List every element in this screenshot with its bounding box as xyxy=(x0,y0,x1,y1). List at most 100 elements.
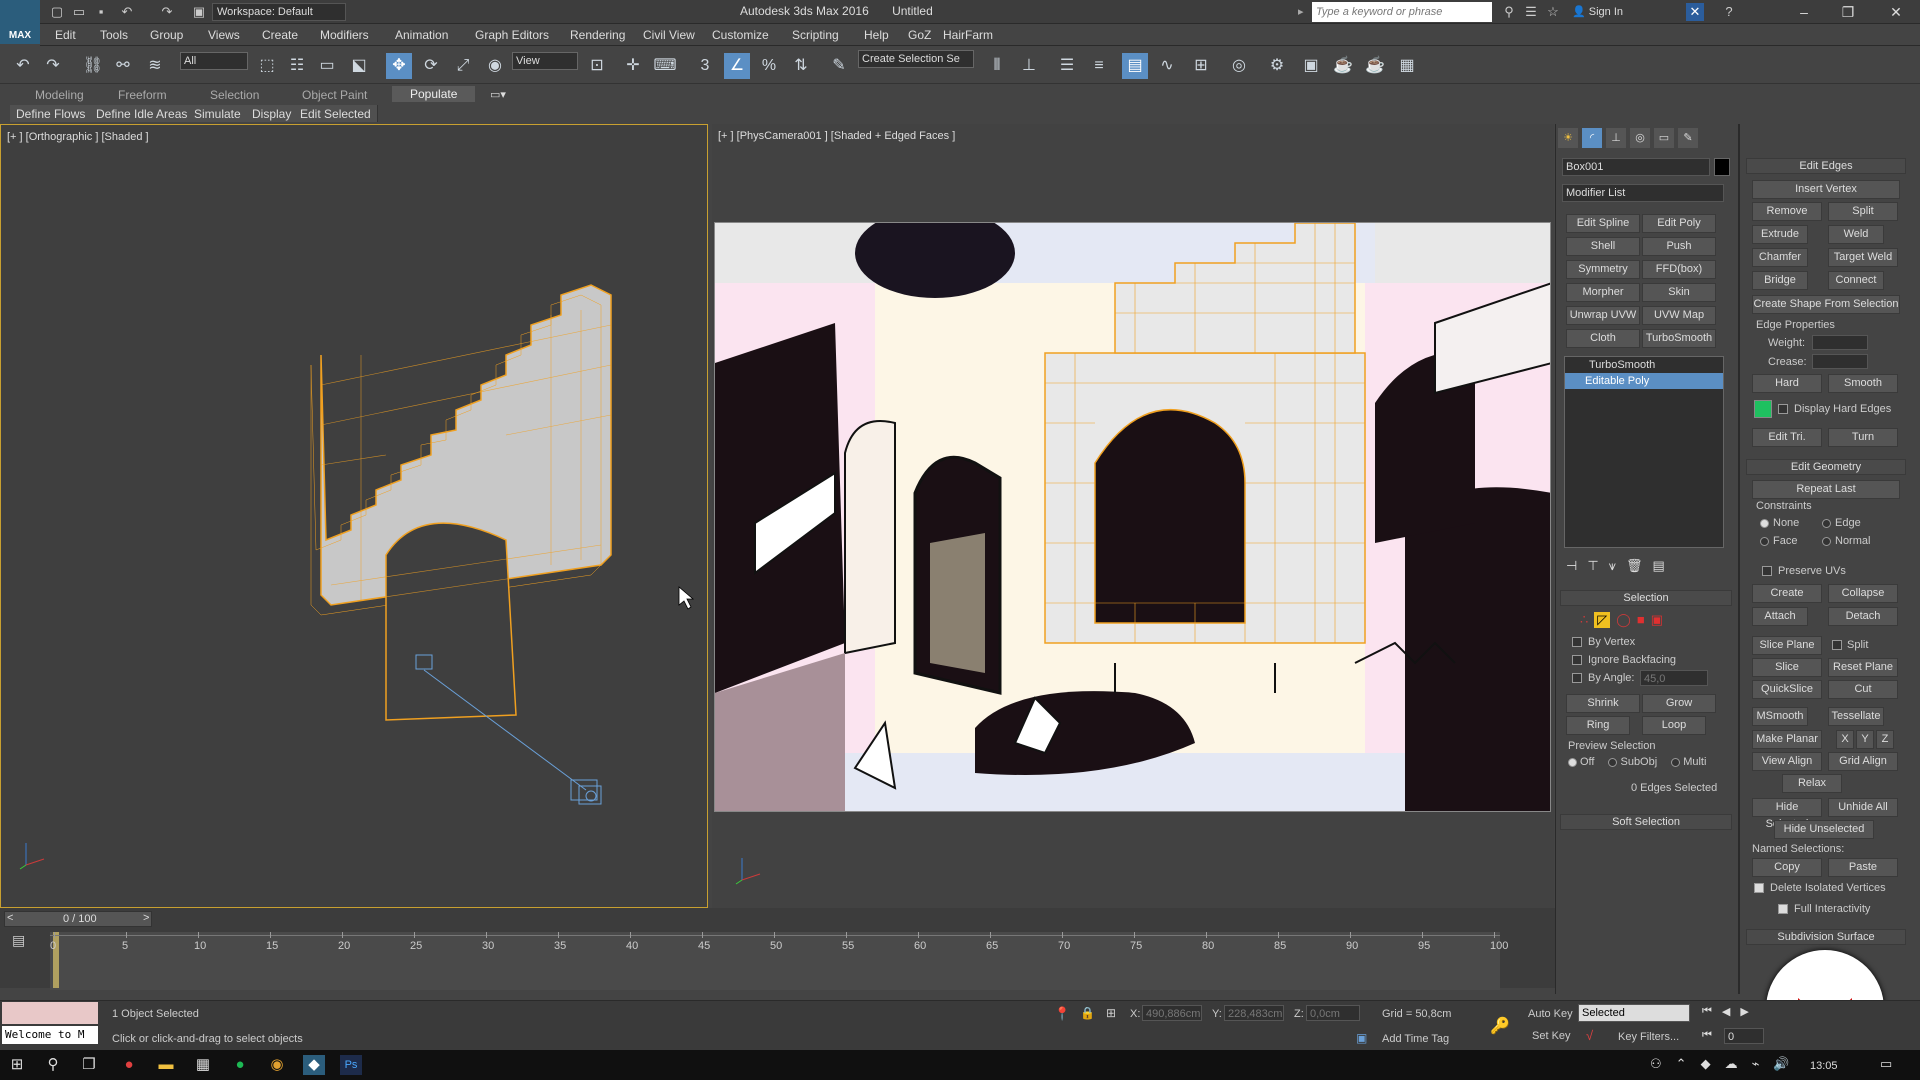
dropbox-icon[interactable]: ◆ xyxy=(1701,1056,1711,1072)
selection-filter-dropdown[interactable]: All xyxy=(180,52,248,70)
goto-start-icon[interactable]: ⏮ xyxy=(1702,1005,1712,1018)
spinner-snap-icon[interactable]: ⇅ xyxy=(788,53,814,79)
open-file-icon[interactable]: ▭ xyxy=(70,3,88,21)
help-icon[interactable]: ? xyxy=(1720,3,1738,21)
track-bar[interactable]: 0 5 10 15 20 25 30 35 40 45 50 55 60 65 70 75 80 85 90 95 10… xyxy=(50,932,1508,990)
tab-freeform[interactable]: Freeform xyxy=(118,88,167,102)
mod-unwrap-uvw-button[interactable]: Unwrap UVW xyxy=(1566,306,1640,325)
collapse-button[interactable]: Collapse xyxy=(1828,584,1898,603)
hide-selected-button[interactable]: Hide Selected xyxy=(1752,798,1822,830)
constraint-normal-option[interactable]: Normal xyxy=(1822,535,1870,547)
maxscript-mini-listener[interactable]: Welcome to M xyxy=(2,1026,98,1044)
tab-object-paint[interactable]: Object Paint xyxy=(302,88,367,102)
split-button[interactable]: Split xyxy=(1828,202,1898,221)
extrude-button[interactable]: Extrude xyxy=(1752,225,1808,244)
paste-button[interactable]: Paste xyxy=(1828,858,1898,877)
full-interactivity-option[interactable]: Full Interactivity xyxy=(1778,903,1870,915)
reference-coord-dropdown[interactable]: View xyxy=(512,52,578,70)
curve-editor-icon[interactable]: ∿ xyxy=(1154,53,1180,79)
view-align-button[interactable]: View Align xyxy=(1752,752,1822,771)
mod-edit-poly-button[interactable]: Edit Poly xyxy=(1642,214,1716,233)
pin-stack-icon[interactable]: ⊣ xyxy=(1566,558,1577,576)
a360-render-icon[interactable]: ▦ xyxy=(1394,53,1420,79)
tessellate-button[interactable]: Tessellate xyxy=(1828,707,1884,726)
preserve-uvs-checkbox[interactable] xyxy=(1762,566,1772,576)
simulate-button[interactable]: Simulate xyxy=(188,105,248,122)
edit-geometry-header[interactable]: Edit Geometry xyxy=(1746,459,1906,475)
select-place-icon[interactable]: ◉ xyxy=(482,53,508,79)
bind-space-warp-icon[interactable]: ≋ xyxy=(142,53,168,79)
polygon-level-icon[interactable]: ■ xyxy=(1637,612,1645,628)
by-vertex-option[interactable]: By Vertex xyxy=(1572,636,1635,648)
link-icon[interactable]: ⛓ xyxy=(80,53,106,79)
edit-named-selection-icon[interactable]: ✎ xyxy=(826,53,852,79)
preview-subobj-option[interactable]: SubObj xyxy=(1608,756,1657,768)
menu-create[interactable]: Create xyxy=(262,28,298,42)
remove-button[interactable]: Remove xyxy=(1752,202,1822,221)
border-level-icon[interactable]: ◯ xyxy=(1616,612,1631,628)
network-icon[interactable]: ⌁ xyxy=(1752,1056,1760,1072)
chamfer-button[interactable]: Chamfer xyxy=(1752,248,1808,267)
menu-help[interactable]: Help xyxy=(864,28,889,42)
menu-civil-view[interactable]: Civil View xyxy=(643,28,695,42)
ring-button[interactable]: Ring xyxy=(1566,716,1630,735)
edge-level-icon[interactable]: ◸ xyxy=(1594,612,1611,628)
slice-plane-button[interactable]: Slice Plane xyxy=(1752,636,1822,655)
maxscript-listener-pink[interactable] xyxy=(2,1002,98,1024)
hierarchy-tab-icon[interactable]: ⊥ xyxy=(1606,128,1626,148)
full-interactivity-checkbox[interactable] xyxy=(1778,904,1788,914)
create-shape-button[interactable]: Create Shape From Selection xyxy=(1752,295,1900,314)
slice-button[interactable]: Slice xyxy=(1752,658,1822,677)
slider-prev-icon[interactable]: < xyxy=(7,912,13,924)
binoculars-icon[interactable]: ⚲ xyxy=(1500,3,1518,21)
mod-shell-button[interactable]: Shell xyxy=(1566,237,1640,256)
recorder-app-icon[interactable]: ● xyxy=(118,1055,140,1075)
slider-next-icon[interactable]: > xyxy=(143,912,149,924)
current-frame-field[interactable]: 0 xyxy=(1724,1028,1764,1044)
msmooth-button[interactable]: MSmooth xyxy=(1752,707,1808,726)
percent-snap-icon[interactable]: % xyxy=(756,53,782,79)
schematic-view-icon[interactable]: ⊞ xyxy=(1188,53,1214,79)
modifier-stack[interactable]: TurboSmooth Editable Poly xyxy=(1564,356,1724,548)
mirror-icon[interactable]: ⫴ xyxy=(984,53,1010,79)
constraint-normal-radio[interactable] xyxy=(1822,536,1831,546)
named-selection-dropdown[interactable]: Create Selection Se xyxy=(858,50,974,68)
mod-symmetry-button[interactable]: Symmetry xyxy=(1566,260,1640,279)
crease-field[interactable] xyxy=(1812,354,1868,369)
new-file-icon[interactable]: ▢ xyxy=(48,3,66,21)
connect-button[interactable]: Connect xyxy=(1828,271,1884,290)
target-weld-button[interactable]: Target Weld xyxy=(1828,248,1898,267)
favorites-star-icon[interactable]: ☆ xyxy=(1544,3,1562,21)
keyboard-shortcut-icon[interactable]: ⌨ xyxy=(652,53,678,79)
constraint-face-radio[interactable] xyxy=(1760,536,1769,546)
redo-icon[interactable]: ↷ xyxy=(40,53,66,79)
workspace-dropdown[interactable]: Workspace: Default xyxy=(212,3,346,21)
layers-icon[interactable]: ≡ xyxy=(1086,53,1112,79)
planar-y-button[interactable]: Y xyxy=(1856,730,1874,749)
edit-edges-header[interactable]: Edit Edges xyxy=(1746,158,1906,174)
key-filters-button[interactable]: Key Filters... xyxy=(1618,1031,1679,1043)
tab-populate[interactable]: Populate xyxy=(392,86,476,102)
preserve-uvs-option[interactable]: Preserve UVs xyxy=(1762,565,1846,577)
vertex-level-icon[interactable]: ∴ xyxy=(1580,612,1588,628)
attach-button[interactable]: Attach xyxy=(1752,607,1808,626)
x-coord-field[interactable]: 490,886cm xyxy=(1142,1005,1202,1021)
orthographic-viewport[interactable]: [+ ] [Orthographic ] [Shaded ] xyxy=(0,124,708,908)
planar-x-button[interactable]: X xyxy=(1836,730,1854,749)
angle-snap-icon[interactable]: ∠ xyxy=(724,53,750,79)
select-move-icon[interactable]: ✥ xyxy=(386,53,412,79)
time-slider[interactable]: < 0 / 100 > xyxy=(4,911,152,927)
split-option[interactable]: Split xyxy=(1832,639,1868,651)
mod-turbosmooth-button[interactable]: TurboSmooth xyxy=(1642,329,1716,348)
layer-explorer-icon[interactable]: ☰ xyxy=(1054,53,1080,79)
ribbon-options-icon[interactable]: ▭▾ xyxy=(490,88,506,101)
display-button[interactable]: Display xyxy=(246,105,299,122)
minimize-button[interactable]: – xyxy=(1784,2,1824,22)
render-canvas[interactable] xyxy=(714,222,1551,812)
hard-button[interactable]: Hard xyxy=(1752,374,1822,393)
modify-tab-icon[interactable]: ◜ xyxy=(1582,128,1602,148)
detach-button[interactable]: Detach xyxy=(1828,607,1898,626)
select-scale-icon[interactable]: ⤢ xyxy=(450,53,476,79)
preview-off-option[interactable]: Off xyxy=(1568,756,1594,768)
preview-multi-option[interactable]: Multi xyxy=(1671,756,1706,768)
